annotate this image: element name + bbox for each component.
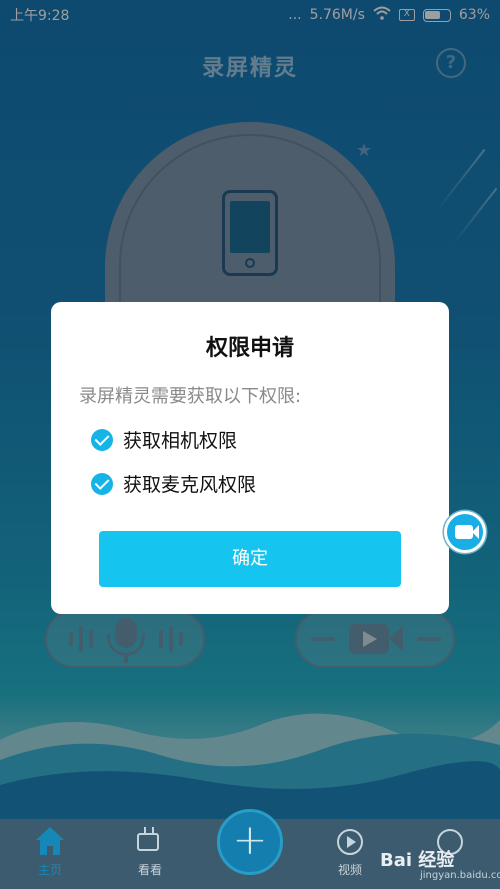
tv-icon xyxy=(135,827,165,857)
play-circle-icon xyxy=(335,827,365,857)
checkmark-icon xyxy=(91,472,113,495)
nav-video[interactable]: 视频 xyxy=(320,827,380,878)
confirm-button[interactable]: 确定 xyxy=(99,531,401,587)
nav-home-label: 主页 xyxy=(37,863,62,877)
checkmark-icon xyxy=(91,428,113,451)
dialog-description: 录屏精灵需要获取以下权限: xyxy=(79,386,302,407)
nav-watch[interactable]: 看看 xyxy=(120,827,180,878)
baidu-watermark: Bai 经验 xyxy=(380,850,455,871)
nav-video-label: 视频 xyxy=(337,863,362,877)
video-camera-icon xyxy=(455,525,473,539)
video-camera-lens-icon xyxy=(472,525,479,539)
add-button[interactable]: + xyxy=(217,809,283,875)
permission-dialog: 权限申请 录屏精灵需要获取以下权限: 获取相机权限 获取麦克风权限 确定 xyxy=(51,302,449,614)
home-icon xyxy=(35,827,65,857)
floating-record-button[interactable] xyxy=(444,511,486,553)
baidu-watermark-url: jingyan.baidu.com xyxy=(420,870,500,881)
dialog-title: 权限申请 xyxy=(205,336,294,361)
permission-camera-label: 获取相机权限 xyxy=(123,430,238,452)
permission-camera-row: 获取相机权限 xyxy=(91,426,237,453)
permission-microphone-label: 获取麦克风权限 xyxy=(123,474,257,496)
nav-watch-label: 看看 xyxy=(137,863,162,877)
app-screen: 上午9:28 ... 5.76M/s X 63% 录屏精灵 ? ★ 主页 看看 … xyxy=(0,0,500,889)
permission-microphone-row: 获取麦克风权限 xyxy=(91,470,256,497)
nav-home[interactable]: 主页 xyxy=(20,827,80,878)
